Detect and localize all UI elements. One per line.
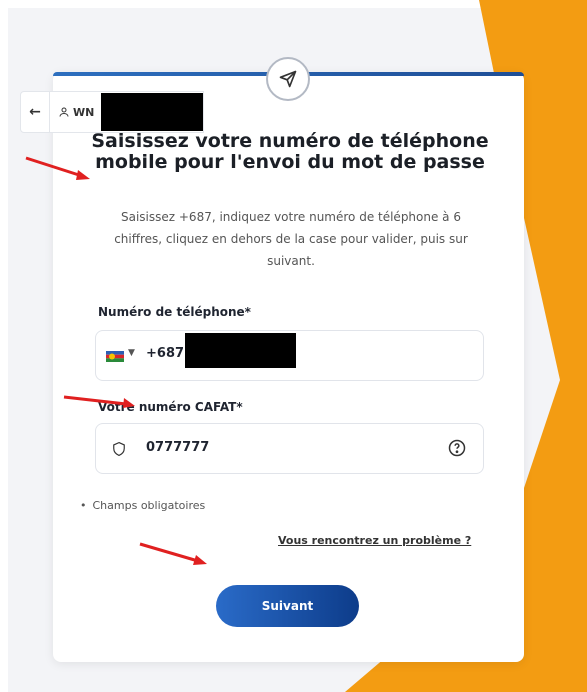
send-icon xyxy=(266,57,310,101)
required-note: • Champs obligatoires xyxy=(80,499,205,512)
phone-prefix: +687 xyxy=(146,346,185,361)
help-link[interactable]: Vous rencontrez un problème ? xyxy=(278,534,471,547)
user-indicator: WN xyxy=(50,91,205,133)
redacted-phone-number xyxy=(185,333,296,368)
arrow-left-icon: ← xyxy=(29,104,41,120)
user-icon xyxy=(59,107,69,117)
page-subtitle: Saisissez +687, indiquez votre numéro de… xyxy=(114,210,468,268)
cafat-input[interactable]: 0777777 xyxy=(95,423,484,474)
help-circle-icon[interactable] xyxy=(448,439,466,457)
chevron-down-icon[interactable]: ▼ xyxy=(128,348,135,358)
back-button[interactable]: ← xyxy=(20,91,50,133)
required-note-text: Champs obligatoires xyxy=(92,499,206,512)
next-button[interactable]: Suivant xyxy=(216,585,359,627)
cafat-label: Votre numéro CAFAT* xyxy=(98,400,243,414)
flag-icon xyxy=(106,351,124,362)
page-title: Saisissez votre numéro de téléphone mobi… xyxy=(91,130,489,173)
user-id-text: WN xyxy=(73,105,95,119)
phone-label: Numéro de téléphone* xyxy=(98,305,251,319)
shield-icon xyxy=(113,441,125,457)
cafat-value: 0777777 xyxy=(146,440,210,455)
phone-input[interactable]: ▼ +687 xyxy=(95,330,484,381)
redacted-user-id xyxy=(101,93,204,131)
user-pill: ← WN xyxy=(20,91,210,133)
asterisk-icon: • xyxy=(80,499,87,512)
